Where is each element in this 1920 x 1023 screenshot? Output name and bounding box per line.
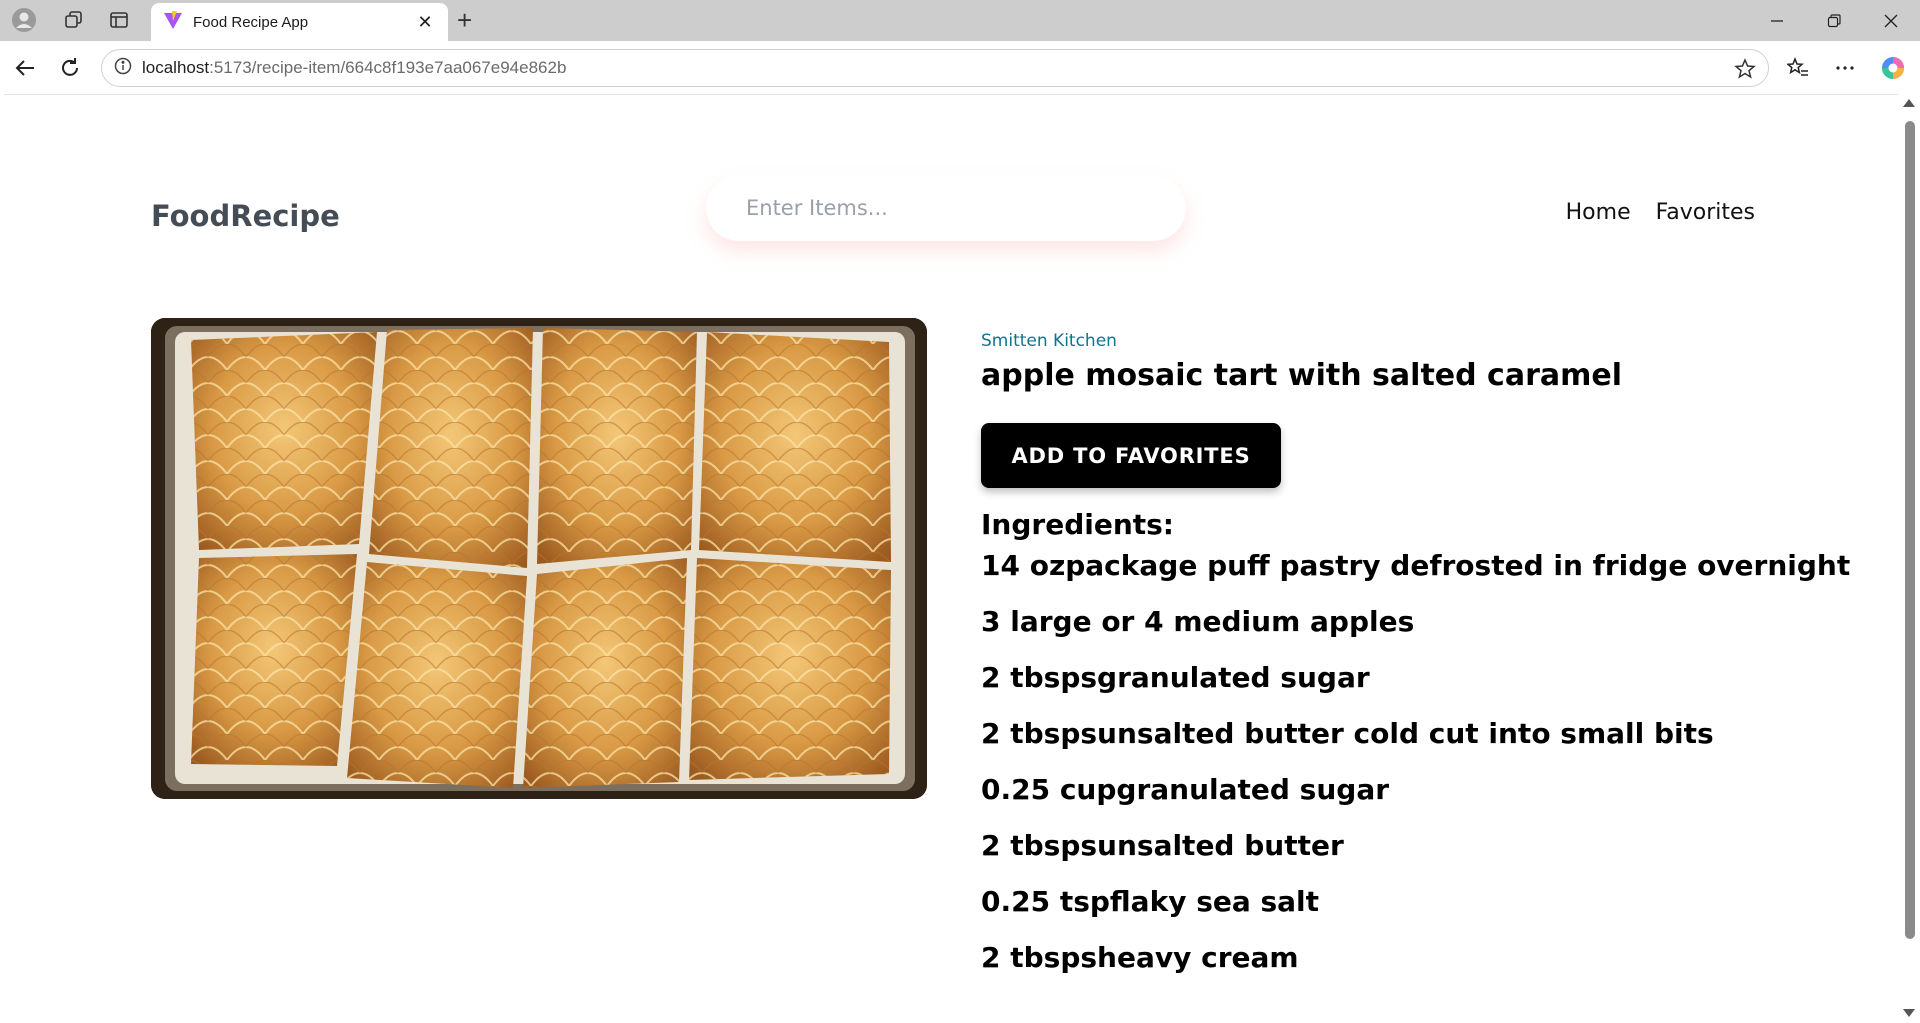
ingredient-item: 2 tbspsunsalted butter	[981, 829, 1344, 862]
close-window-icon[interactable]	[1863, 0, 1919, 41]
reload-icon[interactable]	[53, 51, 87, 85]
page-viewport: FoodRecipe Home Favorites	[4, 94, 1898, 1023]
minimize-icon[interactable]	[1749, 0, 1805, 41]
nav-link-home[interactable]: Home	[1566, 200, 1631, 225]
ingredient-item: 0.25 cupgranulated sugar	[981, 773, 1390, 806]
recipe-title: apple mosaic tart with salted caramel	[981, 358, 1623, 393]
ingredients-heading: Ingredients:	[981, 508, 1175, 541]
ingredient-item: 0.25 tspflaky sea salt	[981, 885, 1320, 918]
recipe-image	[151, 318, 927, 799]
scroll-down-arrow-icon[interactable]	[1903, 1009, 1915, 1017]
ingredient-item: 14 ozpackage puff pastry defrosted in fr…	[981, 549, 1851, 582]
vite-favicon-icon	[163, 10, 183, 34]
scroll-thumb[interactable]	[1905, 121, 1915, 939]
tab-title: Food Recipe App	[193, 13, 309, 31]
new-tab-icon[interactable]: +	[457, 6, 472, 34]
tab-close-icon[interactable]: ✕	[414, 12, 436, 33]
workspaces-icon[interactable]	[58, 4, 90, 36]
copilot-icon[interactable]	[1876, 51, 1910, 85]
ingredient-item: 3 large or 4 medium apples	[981, 605, 1415, 638]
tab-actions-icon[interactable]	[103, 4, 135, 36]
url-host: localhost	[142, 58, 210, 77]
ingredient-item: 2 tbspsheavy cream	[981, 941, 1299, 974]
favorite-star-icon[interactable]	[1734, 58, 1756, 84]
back-icon[interactable]	[8, 51, 42, 85]
ingredients-list: 14 ozpackage puff pastry defrosted in fr…	[981, 546, 1850, 994]
ingredient-item: 2 tbspsgranulated sugar	[981, 661, 1370, 694]
url-path: :5173/recipe-item/664c8f193e7aa067e94e86…	[209, 58, 567, 77]
browser-tab-active[interactable]: Food Recipe App ✕	[151, 3, 448, 41]
app-navbar: FoodRecipe Home Favorites	[151, 175, 1755, 255]
browser-toolbar: localhost:5173/recipe-item/664c8f193e7aa…	[0, 41, 1920, 94]
ingredient-item: 2 tbspsunsalted butter cold cut into sma…	[981, 717, 1714, 750]
nav-menu: Home Favorites	[1566, 200, 1755, 225]
recipe-publisher: Smitten Kitchen	[981, 331, 1117, 351]
nav-link-favorites[interactable]: Favorites	[1656, 200, 1755, 225]
site-info-icon[interactable]	[114, 57, 132, 79]
add-to-favorites-button[interactable]: ADD TO FAVORITES	[981, 423, 1281, 488]
profile-icon[interactable]	[8, 4, 40, 36]
address-bar[interactable]: localhost:5173/recipe-item/664c8f193e7aa…	[101, 49, 1769, 87]
more-options-icon[interactable]	[1828, 51, 1862, 85]
url-text[interactable]: localhost:5173/recipe-item/664c8f193e7aa…	[142, 58, 566, 78]
search-input[interactable]	[706, 175, 1186, 241]
restore-icon[interactable]	[1806, 0, 1862, 41]
favorites-list-icon[interactable]	[1781, 51, 1815, 85]
scroll-up-arrow-icon[interactable]	[1903, 99, 1915, 107]
app-logo[interactable]: FoodRecipe	[151, 199, 340, 233]
page-scrollbar[interactable]	[1898, 94, 1920, 1023]
browser-tab-bar: Food Recipe App ✕ +	[0, 0, 1920, 41]
